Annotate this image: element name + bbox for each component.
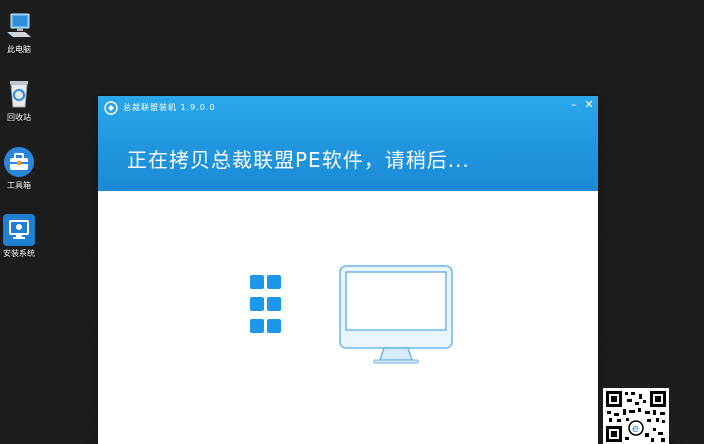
logo-tile — [267, 297, 281, 311]
title-bar: 总裁联盟装机 1.9.0.0 – ✕ 正在拷贝总裁联盟PE软件，请稍后... — [98, 96, 598, 191]
logo-tile — [267, 319, 281, 333]
desktop-icon-label: 回收站 — [7, 113, 31, 122]
qr-code-graphic: e — [606, 391, 666, 442]
desktop-icon-label: 此电脑 — [7, 45, 31, 54]
logo-tile — [250, 319, 264, 333]
desktop-icon-label: 安装系统 — [3, 249, 35, 258]
recycle-bin-icon — [10, 81, 28, 108]
logo-tile — [250, 297, 264, 311]
monitor-icon — [339, 265, 453, 364]
app-logo-icon — [104, 101, 118, 115]
desktop-icon-recycle-bin[interactable]: 回收站 — [2, 78, 36, 123]
logo-tile — [250, 275, 264, 289]
close-button[interactable]: ✕ — [582, 98, 596, 112]
desktop-icon-toolbox[interactable]: 工具箱 — [2, 146, 36, 191]
install-system-icon — [3, 214, 35, 246]
minimize-button[interactable]: – — [567, 98, 581, 112]
toolbox-icon — [4, 147, 34, 177]
computer-icon — [7, 13, 31, 37]
installer-window: 总裁联盟装机 1.9.0.0 – ✕ 正在拷贝总裁联盟PE软件，请稍后... — [98, 96, 598, 444]
svg-text:e: e — [632, 422, 639, 435]
status-message: 正在拷贝总裁联盟PE软件，请稍后... — [127, 148, 470, 172]
window-title: 总裁联盟装机 1.9.0.0 — [123, 103, 216, 112]
logo-tile — [267, 275, 281, 289]
desktop-icon-label: 工具箱 — [7, 181, 31, 190]
desktop-icon-install-system[interactable]: 安装系统 — [2, 214, 36, 259]
qr-code: e — [603, 388, 669, 444]
desktop-icon-this-pc[interactable]: 此电脑 — [2, 10, 36, 55]
